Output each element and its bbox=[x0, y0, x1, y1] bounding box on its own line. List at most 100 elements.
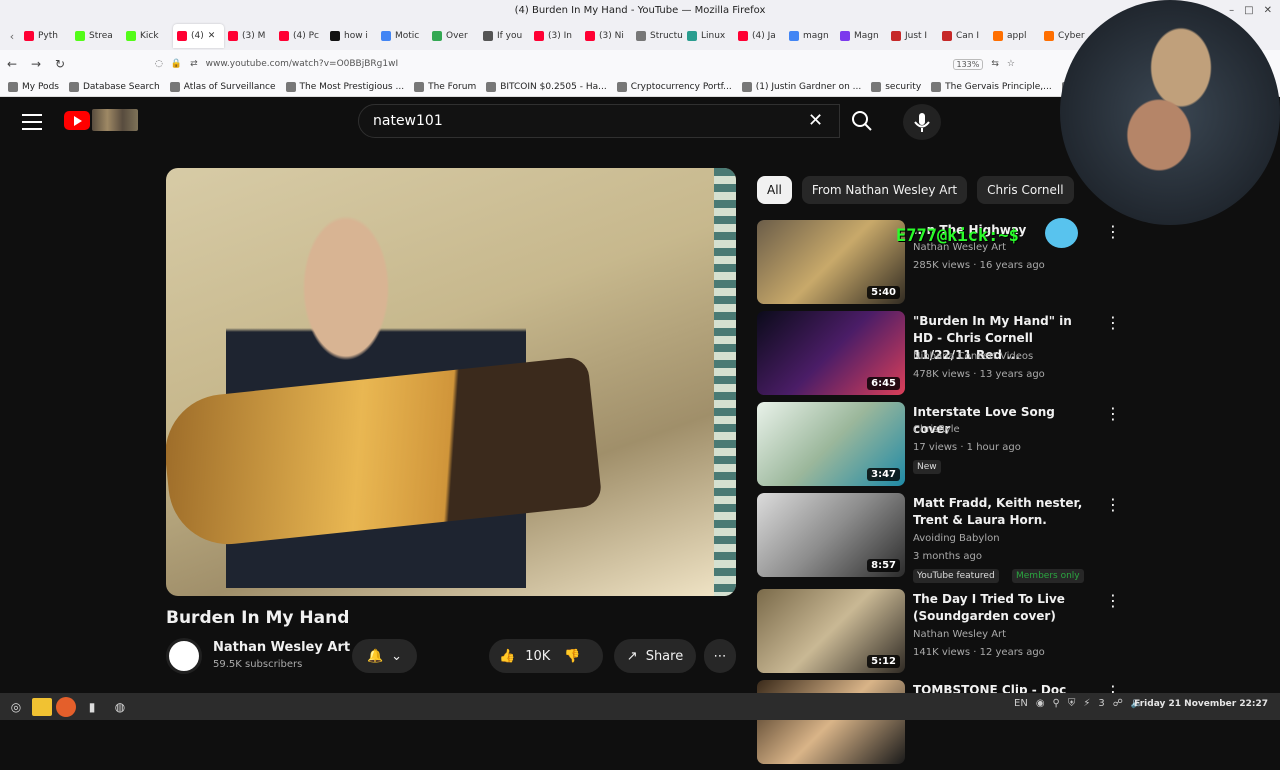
recommendation-channel[interactable]: Avoiding Babylon bbox=[913, 533, 1000, 544]
youtube-doodle[interactable] bbox=[92, 109, 138, 131]
browser-tab[interactable]: appl bbox=[989, 24, 1040, 48]
firefox-icon[interactable] bbox=[56, 696, 76, 717]
lock-icon[interactable]: 🔒 bbox=[171, 59, 182, 69]
bookmark-item[interactable]: The Gervais Principle,... bbox=[931, 82, 1052, 92]
channel-avatar[interactable] bbox=[166, 638, 202, 674]
browser-tab[interactable]: (3) Ni bbox=[581, 24, 632, 48]
browser-tab[interactable]: Just I bbox=[887, 24, 938, 48]
back-icon[interactable]: ← bbox=[0, 57, 24, 71]
bookmark-item[interactable]: My Pods bbox=[8, 82, 59, 92]
url-text[interactable]: www.youtube.com/watch?v=O0BBjBRg1wI bbox=[206, 59, 399, 69]
more-options-icon[interactable]: ⋮ bbox=[1105, 593, 1121, 609]
browser-tab[interactable]: (4) ✕ bbox=[173, 24, 224, 48]
browser-tab[interactable]: (3) In bbox=[530, 24, 581, 48]
video-title: Burden In My Hand bbox=[166, 608, 350, 628]
network-tree-icon[interactable]: ☍ bbox=[1113, 698, 1123, 709]
browser-tab[interactable]: Linux bbox=[683, 24, 734, 48]
browser-tab[interactable]: If you bbox=[479, 24, 530, 48]
recommendation-item[interactable]: 5:12 The Day I Tried To Live (Soundgarden… bbox=[757, 589, 1121, 679]
recommendation-thumbnail[interactable]: 8:57 bbox=[757, 493, 905, 577]
more-options-icon[interactable]: ⋮ bbox=[1105, 224, 1121, 240]
browser-tab[interactable]: (4) Pc bbox=[275, 24, 326, 48]
bookmark-item[interactable]: Atlas of Surveillance bbox=[169, 82, 276, 92]
browser-tab[interactable]: Kick bbox=[122, 24, 173, 48]
browser-tab[interactable]: Pyth bbox=[20, 24, 71, 48]
network-icon[interactable]: ⚡ bbox=[1083, 698, 1090, 709]
browser-tab[interactable]: Can I bbox=[938, 24, 989, 48]
bookmark-item[interactable]: Cryptocurrency Portf... bbox=[616, 82, 732, 92]
clipboard-icon[interactable]: ⚲ bbox=[1053, 698, 1060, 709]
url-bar[interactable]: ◌ 🔒 ⇄ www.youtube.com/watch?v=O0BBjBRg1w… bbox=[155, 53, 1015, 75]
share-button[interactable]: ↗ Share bbox=[614, 639, 696, 673]
browser-tab[interactable]: (4) Ja bbox=[734, 24, 785, 48]
bookmark-item[interactable]: The Most Prestigious ... bbox=[285, 82, 404, 92]
like-icon[interactable]: 👍 bbox=[499, 649, 515, 664]
browser-tab[interactable]: Motic bbox=[377, 24, 428, 48]
bookmark-item[interactable]: (1) Justin Gardner on ... bbox=[741, 82, 861, 92]
more-actions-button[interactable]: ⋯ bbox=[704, 639, 736, 673]
channel-name[interactable]: Nathan Wesley Art bbox=[213, 640, 350, 655]
browser-tab[interactable]: how i bbox=[326, 24, 377, 48]
tab-scroll-left-icon[interactable]: ‹ bbox=[4, 30, 20, 43]
obs-icon[interactable]: ◍ bbox=[108, 695, 132, 719]
bookmark-item[interactable]: security bbox=[871, 82, 921, 92]
recommendation-channel[interactable]: ChrisRyle bbox=[913, 424, 960, 435]
record-icon[interactable]: ◉ bbox=[1036, 698, 1045, 709]
close-window-icon[interactable]: ✕ bbox=[1264, 0, 1272, 22]
recommendation-item[interactable]: 3:47 Interstate Love Song cover ChrisRyle 1… bbox=[757, 402, 1121, 492]
filter-chip[interactable]: Chris Cornell bbox=[977, 176, 1074, 204]
filter-chip[interactable]: From Nathan Wesley Art bbox=[801, 176, 968, 204]
recommendation-thumbnail[interactable]: 5:40 bbox=[757, 220, 905, 304]
maximize-icon[interactable]: □ bbox=[1244, 0, 1253, 22]
bookmark-item[interactable]: Database Search bbox=[68, 82, 160, 92]
browser-tab[interactable]: (3) M bbox=[224, 24, 275, 48]
filter-chip[interactable]: All bbox=[757, 176, 792, 204]
language-indicator[interactable]: EN bbox=[1014, 698, 1028, 709]
youtube-logo-icon[interactable] bbox=[64, 111, 90, 130]
translate-icon[interactable]: ⇆ bbox=[991, 59, 999, 69]
bookmark-favicon-icon bbox=[741, 82, 752, 92]
browser-tab[interactable]: Strea bbox=[71, 24, 122, 48]
bookmark-star-icon[interactable]: ☆ bbox=[1007, 59, 1015, 69]
recommendation-channel[interactable]: Nibbana Concert Videos bbox=[913, 351, 1033, 362]
more-options-icon[interactable]: ⋮ bbox=[1105, 497, 1121, 513]
window-controls: – □ ✕ bbox=[1229, 0, 1272, 22]
reload-icon[interactable]: ↻ bbox=[48, 57, 72, 71]
clear-search-icon[interactable]: ✕ bbox=[808, 110, 823, 131]
browser-tab[interactable]: Structu bbox=[632, 24, 683, 48]
search-input[interactable]: natew101 bbox=[358, 104, 840, 138]
start-menu-icon[interactable]: ◎ bbox=[4, 695, 28, 719]
terminal-icon[interactable]: ▮ bbox=[80, 695, 104, 719]
voice-search-icon[interactable] bbox=[903, 104, 941, 140]
video-player[interactable] bbox=[166, 168, 736, 596]
recommendation-item[interactable]: 6:45 "Burden In My Hand" in HD - Chris Co… bbox=[757, 311, 1121, 401]
subscribe-bell-button[interactable]: 🔔 ⌄ bbox=[352, 639, 417, 673]
files-icon[interactable] bbox=[32, 697, 52, 716]
permissions-icon[interactable]: ⇄ bbox=[190, 59, 198, 69]
recommendation-thumbnail[interactable]: 3:47 bbox=[757, 402, 905, 486]
bookmark-item[interactable]: The Forum bbox=[414, 82, 476, 92]
close-tab-icon[interactable]: ✕ bbox=[208, 31, 216, 41]
dislike-icon[interactable]: 👎 bbox=[564, 649, 580, 664]
forward-icon[interactable]: → bbox=[24, 57, 48, 71]
recommendation-item[interactable]: 8:57 Matt Fradd, Keith nester, Trent & La… bbox=[757, 493, 1121, 583]
more-options-icon[interactable]: ⋮ bbox=[1105, 406, 1121, 422]
recommendation-thumbnail[interactable]: 6:45 bbox=[757, 311, 905, 395]
menu-icon[interactable] bbox=[22, 114, 42, 130]
browser-tab[interactable]: Magn bbox=[836, 24, 887, 48]
bookmark-item[interactable]: BITCOIN $0.2505 - Ha... bbox=[486, 82, 607, 92]
recommendation-title[interactable]: The Day I Tried To Live (Soundgarden cov… bbox=[913, 591, 1093, 625]
shield-icon[interactable]: ◌ bbox=[155, 59, 163, 69]
browser-tab[interactable]: Over bbox=[428, 24, 479, 48]
recommendation-title[interactable]: Matt Fradd, Keith nester, Trent & Laura … bbox=[913, 495, 1093, 529]
tab-label: Pyth bbox=[38, 31, 58, 41]
zoom-level[interactable]: 133% bbox=[952, 58, 984, 70]
like-dislike-button[interactable]: 👍 10K 👎 bbox=[489, 639, 603, 673]
recommendation-thumbnail[interactable]: 5:12 bbox=[757, 589, 905, 673]
search-button[interactable] bbox=[840, 104, 884, 138]
system-clock[interactable]: Friday 21 November 22:27 bbox=[1134, 699, 1268, 709]
shield-tray-icon[interactable]: ⛨ bbox=[1068, 698, 1076, 709]
more-options-icon[interactable]: ⋮ bbox=[1105, 315, 1121, 331]
browser-tab[interactable]: magn bbox=[785, 24, 836, 48]
recommendation-channel[interactable]: Nathan Wesley Art bbox=[913, 629, 1006, 640]
